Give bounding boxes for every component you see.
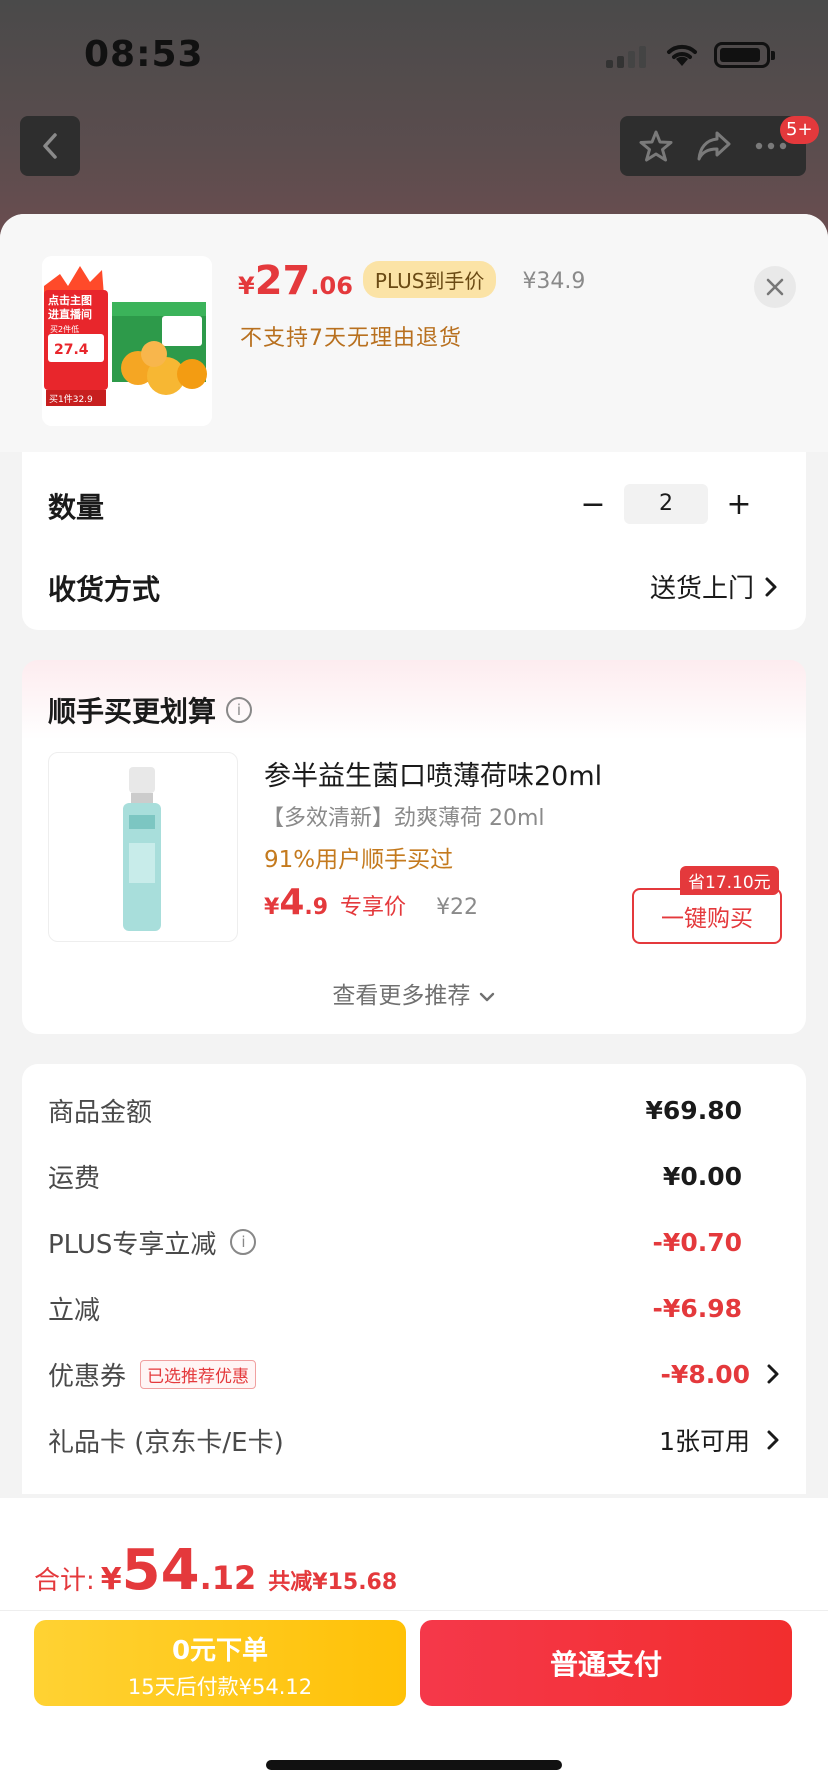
recommend-product-name[interactable]: 参半益生菌口喷薄荷味20ml: [264, 754, 602, 793]
summary-label: PLUS专享立减 i: [48, 1224, 257, 1261]
home-indicator: [266, 1760, 562, 1770]
rec-price-symbol: ¥: [264, 895, 280, 920]
summary-label: 商品金额: [48, 1097, 153, 1128]
summary-value: ¥0.00: [662, 1161, 742, 1191]
chevron-right-icon: [767, 1364, 779, 1384]
status-time: 08:53: [84, 34, 204, 75]
summary-value: -¥0.70: [652, 1227, 742, 1257]
svg-text:点击主图: 点击主图: [48, 293, 92, 307]
rec-price-label: 专享价: [340, 895, 407, 920]
total-label: 合计:: [34, 1566, 95, 1596]
summary-label-text: PLUS专享立减: [48, 1229, 217, 1260]
summary-value: -¥8.00: [661, 1360, 780, 1389]
star-icon[interactable]: [638, 128, 674, 164]
chevron-down-icon: [479, 992, 494, 1002]
share-icon[interactable]: [695, 129, 733, 163]
giftcard-value: 1张可用: [659, 1427, 750, 1456]
summary-row-giftcard[interactable]: 礼品卡 (京东卡/E卡) 1张可用: [48, 1420, 780, 1460]
summary-value: ¥69.80: [645, 1095, 742, 1125]
product-price: ¥ 27 .06 PLUS到手价 ¥34.9: [238, 258, 585, 304]
total-discount: 共减¥15.68: [268, 1570, 398, 1595]
order-total: 合计: ¥ 54 .12 共减¥15.68: [34, 1538, 397, 1603]
summary-value: 1张可用: [659, 1422, 780, 1458]
summary-label: 运费: [48, 1163, 101, 1194]
nav-actions: [620, 116, 806, 176]
recommend-product-image[interactable]: [48, 752, 238, 942]
signal-icon: [606, 46, 648, 68]
total-symbol: ¥: [100, 1562, 122, 1597]
increase-button[interactable]: +: [718, 487, 760, 522]
product-thumbnail: 点击主图 进直播间 买2件低 27.4 买1件32.9: [42, 256, 212, 426]
recommend-product-subtitle: 【多效清新】劲爽薄荷 20ml: [262, 806, 545, 831]
orange-box-image: 点击主图 进直播间 买2件低 27.4 买1件32.9: [42, 256, 212, 426]
chevron-right-icon: [765, 577, 777, 596]
one-click-buy-button[interactable]: 一键购买: [632, 888, 782, 944]
rec-price-integer: 4: [279, 882, 305, 923]
plus-price-tag: PLUS到手价: [362, 261, 497, 298]
recommend-buy-rate: 91%用户顺手买过: [264, 847, 454, 873]
recommend-card: 顺手买更划算 i 参半益生菌口喷薄荷味20ml 【多效清新】劲爽薄荷 20ml …: [22, 660, 806, 1034]
summary-row-plus: PLUS专享立减 i -¥0.70: [48, 1222, 780, 1262]
summary-label: 优惠券 已选推荐优惠: [48, 1356, 257, 1393]
recommend-title-text: 顺手买更划算: [48, 695, 217, 728]
delivery-selector[interactable]: 送货上门: [650, 568, 778, 605]
quantity-stepper: − 2 +: [572, 484, 760, 524]
close-button[interactable]: [754, 266, 796, 308]
recommend-price: ¥ 4 .9 专享价 ¥22: [264, 882, 478, 923]
delivery-label: 收货方式: [48, 573, 161, 606]
save-amount-tag: 省17.10元: [680, 866, 779, 895]
back-icon: [43, 133, 57, 159]
chevron-right-icon: [767, 1430, 779, 1450]
coupon-selected-tag: 已选推荐优惠: [140, 1359, 257, 1389]
wifi-icon: [667, 44, 697, 66]
more-recommend-text: 查看更多推荐: [332, 983, 471, 1009]
close-icon: [766, 278, 784, 296]
price-symbol: ¥: [238, 272, 255, 300]
total-decimal: .12: [199, 1559, 257, 1597]
price-decimal: .06: [310, 272, 353, 300]
svg-text:进直播间: 进直播间: [48, 307, 92, 321]
summary-row-discount: 立减 -¥6.98: [48, 1288, 780, 1328]
summary-label: 礼品卡 (京东卡/E卡): [48, 1427, 284, 1458]
return-policy: 不支持7天无理由退货: [240, 326, 462, 351]
product-header: 点击主图 进直播间 买2件低 27.4 买1件32.9 ¥ 27 .06 PLU…: [0, 214, 828, 452]
summary-label: 立减: [48, 1295, 101, 1326]
coupon-value: -¥8.00: [660, 1359, 750, 1389]
battery-icon: [714, 42, 775, 68]
info-icon[interactable]: i: [226, 697, 253, 723]
summary-value: -¥6.98: [652, 1293, 742, 1323]
spray-bottle-image: [123, 767, 161, 931]
svg-text:27.4: 27.4: [54, 342, 89, 358]
back-button[interactable]: [20, 116, 80, 176]
zero-down-subtitle: 15天后付款¥54.12: [127, 1675, 313, 1699]
more-icon[interactable]: [754, 141, 788, 151]
quantity-card: 数量 − 2 + 收货方式 送货上门: [22, 452, 806, 630]
summary-row-shipping: 运费 ¥0.00: [48, 1156, 780, 1196]
decrease-button[interactable]: −: [572, 487, 614, 522]
footer-divider: [0, 1610, 828, 1611]
original-price: ¥34.9: [522, 269, 586, 294]
zero-down-order-button[interactable]: 0元下单 15天后付款¥54.12: [34, 1620, 406, 1706]
recommend-title: 顺手买更划算 i: [48, 690, 253, 730]
normal-pay-button[interactable]: 普通支付: [420, 1620, 792, 1706]
price-integer: 27: [254, 258, 311, 304]
message-badge: 5+: [780, 116, 819, 144]
delivery-value: 送货上门: [649, 574, 754, 604]
summary-label-text: 优惠券: [48, 1361, 127, 1392]
info-icon[interactable]: i: [230, 1229, 257, 1255]
rec-price-decimal: .9: [304, 895, 329, 920]
summary-row-coupon[interactable]: 优惠券 已选推荐优惠 -¥8.00: [48, 1354, 780, 1394]
checkout-footer: 合计: ¥ 54 .12 共减¥15.68 0元下单 15天后付款¥54.12 …: [0, 1498, 828, 1792]
svg-text:买1件32.9: 买1件32.9: [49, 393, 93, 405]
status-bar: 08:53: [0, 0, 828, 110]
zero-down-title: 0元下单: [171, 1636, 269, 1666]
total-integer: 54: [121, 1538, 200, 1603]
price-summary-card: 商品金额 ¥69.80 运费 ¥0.00 PLUS专享立减 i -¥0.70 立…: [22, 1064, 806, 1494]
summary-row-goods: 商品金额 ¥69.80: [48, 1090, 780, 1130]
quantity-input[interactable]: 2: [624, 484, 708, 524]
quantity-label: 数量: [48, 491, 105, 524]
svg-text:买2件低: 买2件低: [50, 324, 79, 334]
rec-old-price: ¥22: [436, 895, 479, 920]
more-recommend-link[interactable]: 查看更多推荐: [22, 976, 806, 1010]
